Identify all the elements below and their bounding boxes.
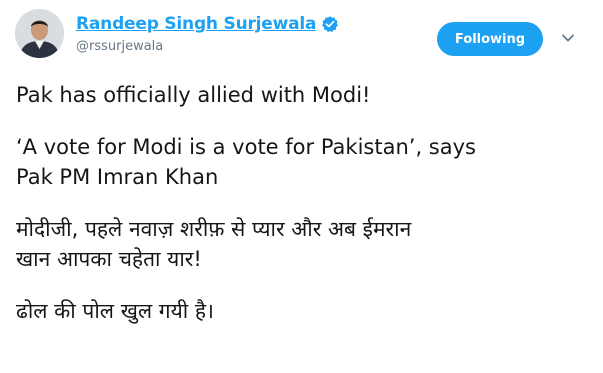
tweet-line: खान आपका चहेता यार! <box>16 247 202 271</box>
following-button[interactable]: Following <box>437 22 543 56</box>
tweet-paragraph: मोदीजी, पहले नवाज़ शरीफ़ से प्यार और अब … <box>16 214 591 274</box>
author-display-name[interactable]: Randeep Singh Surjewala <box>76 14 317 34</box>
tweet-card: Randeep Singh Surjewala @rssurjewala Fol… <box>0 0 603 373</box>
author-handle[interactable]: @rssurjewala <box>76 39 339 54</box>
tweet-paragraph: ढोल की पोल खुल गयी है। <box>16 296 591 326</box>
tweet-line: मोदीजी, पहले नवाज़ शरीफ़ से प्यार और अब … <box>16 217 412 241</box>
profile-photo-icon <box>15 9 64 58</box>
author-block: Randeep Singh Surjewala @rssurjewala <box>76 12 339 54</box>
tweet-paragraph: Pak has officially allied with Modi! <box>16 80 591 110</box>
verified-badge-icon <box>322 16 339 33</box>
tweet-line: ढोल की पोल खुल गयी है। <box>16 299 215 323</box>
tweet-line: ‘A vote for Modi is a vote for Pakistan’… <box>16 135 476 159</box>
tweet-line: Pak PM Imran Khan <box>16 165 219 189</box>
tweet-paragraph: ‘A vote for Modi is a vote for Pakistan’… <box>16 132 591 192</box>
chevron-down-icon[interactable] <box>561 31 575 45</box>
avatar[interactable] <box>15 9 64 58</box>
tweet-text: Pak has officially allied with Modi! ‘A … <box>16 80 591 326</box>
tweet-line: Pak has officially allied with Modi! <box>16 83 371 107</box>
name-row: Randeep Singh Surjewala <box>76 12 339 36</box>
